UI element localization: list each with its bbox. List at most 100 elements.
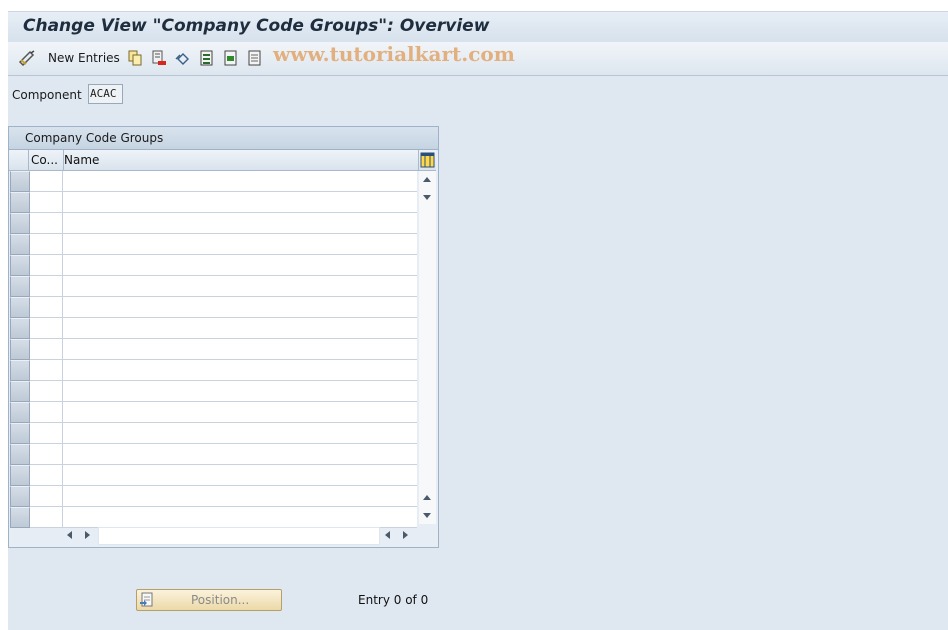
company-code-cell[interactable]: [30, 234, 63, 255]
copy-icon[interactable]: [127, 50, 143, 66]
table-row: [10, 255, 417, 276]
row-selector-button[interactable]: [10, 360, 30, 381]
company-code-cell[interactable]: [30, 444, 63, 465]
name-cell[interactable]: [63, 465, 417, 486]
table-row: [10, 444, 417, 465]
new-entries-button[interactable]: New Entries: [48, 51, 120, 65]
company-code-cell[interactable]: [30, 423, 63, 444]
page-title: Change View "Company Code Groups": Overv…: [23, 16, 490, 36]
table-row: [10, 360, 417, 381]
row-selector-button[interactable]: [10, 192, 30, 213]
horizontal-scroll-right[interactable]: [381, 527, 415, 543]
row-selector-button[interactable]: [10, 402, 30, 423]
scroll-right-icon[interactable]: [85, 531, 90, 539]
company-code-cell[interactable]: [30, 486, 63, 507]
row-selector-button[interactable]: [10, 297, 30, 318]
row-selector-button[interactable]: [10, 276, 30, 297]
name-cell[interactable]: [63, 171, 417, 192]
table-row: [10, 381, 417, 402]
name-cell[interactable]: [63, 423, 417, 444]
name-cell[interactable]: [63, 276, 417, 297]
company-code-cell[interactable]: [30, 402, 63, 423]
name-cell[interactable]: [63, 360, 417, 381]
undo-change-icon[interactable]: [175, 50, 191, 66]
row-selector-button[interactable]: [10, 423, 30, 444]
table-row: [10, 297, 417, 318]
name-cell[interactable]: [63, 402, 417, 423]
column-header-company-code[interactable]: Co...: [29, 150, 64, 171]
row-selector-button[interactable]: [10, 486, 30, 507]
vertical-scrollbar[interactable]: [419, 171, 436, 524]
deselect-all-icon[interactable]: [247, 50, 263, 66]
table-settings-icon[interactable]: [419, 150, 436, 171]
position-button[interactable]: Position...: [136, 589, 282, 611]
name-cell[interactable]: [63, 213, 417, 234]
company-code-cell[interactable]: [30, 192, 63, 213]
horizontal-scrollbar-track[interactable]: [98, 527, 380, 545]
table-row: [10, 213, 417, 234]
scroll-left-icon[interactable]: [385, 531, 390, 539]
select-block-icon[interactable]: [223, 50, 239, 66]
main-content: Component ACAC Company Code Groups Co...…: [8, 76, 948, 630]
name-cell[interactable]: [63, 318, 417, 339]
row-selector-button[interactable]: [10, 213, 30, 234]
name-cell[interactable]: [63, 444, 417, 465]
component-field[interactable]: ACAC: [88, 84, 123, 104]
scroll-right-icon[interactable]: [403, 531, 408, 539]
row-selector-button[interactable]: [10, 339, 30, 360]
table-title-bar: Company Code Groups: [9, 127, 438, 150]
company-code-cell[interactable]: [30, 318, 63, 339]
company-code-cell[interactable]: [30, 276, 63, 297]
row-selector-button[interactable]: [10, 465, 30, 486]
row-selector-button[interactable]: [10, 381, 30, 402]
name-cell[interactable]: [63, 507, 417, 528]
application-toolbar: New Entries www.tutorialkart.com: [8, 42, 948, 76]
name-cell[interactable]: [63, 192, 417, 213]
company-code-cell[interactable]: [30, 507, 63, 528]
row-selector-button[interactable]: [10, 255, 30, 276]
table-row: [10, 234, 417, 255]
row-selector-button[interactable]: [10, 234, 30, 255]
scroll-page-down-icon[interactable]: [423, 513, 431, 518]
company-code-cell[interactable]: [30, 381, 63, 402]
component-label: Component: [12, 88, 82, 102]
row-selector-button[interactable]: [10, 171, 30, 192]
display-change-icon[interactable]: [18, 50, 38, 67]
name-cell[interactable]: [63, 381, 417, 402]
table-row: [10, 276, 417, 297]
row-selector-button[interactable]: [10, 318, 30, 339]
name-cell[interactable]: [63, 339, 417, 360]
company-code-cell[interactable]: [30, 255, 63, 276]
table-row: [10, 318, 417, 339]
position-button-label: Position...: [191, 593, 250, 607]
table-row: [10, 402, 417, 423]
table-row: [10, 423, 417, 444]
select-all-rows-button[interactable]: [9, 150, 29, 171]
company-code-cell[interactable]: [30, 465, 63, 486]
table-title: Company Code Groups: [25, 131, 164, 145]
company-code-groups-table: Company Code Groups Co... Name: [8, 126, 439, 548]
delete-icon[interactable]: [151, 50, 167, 66]
table-row: [10, 486, 417, 507]
company-code-cell[interactable]: [30, 171, 63, 192]
name-cell[interactable]: [63, 255, 417, 276]
scroll-up-icon[interactable]: [423, 177, 431, 182]
table-row: [10, 507, 417, 528]
company-code-cell[interactable]: [30, 339, 63, 360]
horizontal-scroll-left[interactable]: [63, 527, 97, 543]
name-cell[interactable]: [63, 297, 417, 318]
scroll-page-up-icon[interactable]: [423, 495, 431, 500]
column-header-name[interactable]: Name: [64, 150, 419, 171]
scroll-left-icon[interactable]: [67, 531, 72, 539]
table-body: [10, 171, 417, 528]
scroll-down-icon[interactable]: [423, 195, 431, 200]
row-selector-button[interactable]: [10, 444, 30, 465]
company-code-cell[interactable]: [30, 360, 63, 381]
select-all-icon[interactable]: [199, 50, 215, 66]
company-code-cell[interactable]: [30, 213, 63, 234]
title-bar: Change View "Company Code Groups": Overv…: [8, 11, 948, 43]
name-cell[interactable]: [63, 486, 417, 507]
company-code-cell[interactable]: [30, 297, 63, 318]
row-selector-button[interactable]: [10, 507, 30, 528]
name-cell[interactable]: [63, 234, 417, 255]
